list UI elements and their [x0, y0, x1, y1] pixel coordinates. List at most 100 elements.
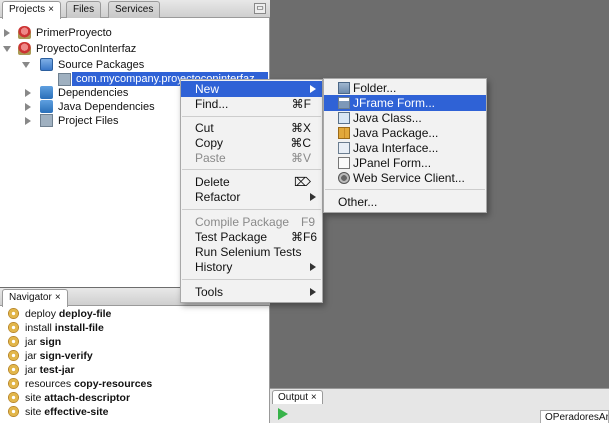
- submenu-item-web-service-client[interactable]: Web Service Client...: [324, 170, 486, 186]
- menu-item-delete[interactable]: Delete ⌦: [181, 174, 322, 190]
- dependencies-icon: [40, 86, 53, 99]
- goal-name: test-jar: [39, 364, 75, 376]
- project-files-icon: [40, 114, 53, 127]
- navigator-item[interactable]: jar sign-verify: [8, 350, 93, 363]
- expand-arrow-icon[interactable]: [25, 89, 31, 97]
- submenu-item-label: Java Class...: [353, 111, 422, 125]
- context-menu: New Find... ⌘F Cut ⌘X Copy ⌘C Paste ⌘V D…: [180, 79, 323, 303]
- goal-prefix: jar: [25, 336, 37, 348]
- menu-item-cut[interactable]: Cut ⌘X: [181, 120, 322, 136]
- navigator-item[interactable]: site effective-site: [8, 406, 108, 419]
- close-icon[interactable]: ×: [48, 4, 54, 15]
- goal-icon: [8, 406, 19, 417]
- menu-shortcut: ⌘X: [290, 121, 311, 135]
- menu-separator: [182, 279, 321, 280]
- submenu-item-label: JFrame Form...: [353, 96, 436, 110]
- close-icon[interactable]: ×: [55, 292, 61, 303]
- collapse-arrow-icon[interactable]: [3, 46, 11, 52]
- java-class-icon: [338, 112, 350, 124]
- tree-node-label: Dependencies: [58, 87, 129, 99]
- java-interface-icon: [338, 142, 350, 154]
- menu-item-label: Copy: [195, 136, 224, 150]
- run-icon[interactable]: [278, 408, 288, 420]
- navigator-item[interactable]: resources copy-resources: [8, 378, 152, 391]
- submenu-item-label: Java Package...: [353, 126, 439, 140]
- goal-name: install-file: [54, 322, 104, 334]
- menu-item-new[interactable]: New: [181, 81, 322, 97]
- navigator-item[interactable]: deploy deploy-file: [8, 308, 111, 321]
- tree-node-dependencies[interactable]: Dependencies: [0, 86, 175, 100]
- submenu-item-java-class[interactable]: Java Class...: [324, 110, 486, 126]
- goal-prefix: deploy: [25, 308, 56, 320]
- goal-prefix: jar: [25, 350, 37, 362]
- tab-output[interactable]: Output ×: [272, 390, 323, 404]
- expand-arrow-icon[interactable]: [25, 117, 31, 125]
- menu-item-label: New: [195, 82, 220, 96]
- expand-arrow-icon[interactable]: [4, 29, 10, 37]
- java-package-icon: [338, 127, 350, 139]
- goal-name: effective-site: [44, 406, 109, 418]
- tab-projects-label: Projects: [9, 4, 46, 15]
- folder-icon: [338, 82, 350, 94]
- submenu-item-label: Web Service Client...: [353, 171, 465, 185]
- menu-item-label: Tools: [195, 285, 224, 299]
- goal-icon: [8, 364, 19, 375]
- tree-node-proyectoconinterfaz[interactable]: ProyectoConInterfaz: [0, 42, 260, 56]
- package-icon: [58, 73, 71, 86]
- minimize-icon[interactable]: ▭: [254, 3, 266, 14]
- navigator-item[interactable]: jar test-jar: [8, 364, 75, 377]
- submenu-item-label: Folder...: [353, 81, 397, 95]
- submenu-item-folder[interactable]: Folder...: [324, 80, 486, 96]
- submenu-item-jframe-form[interactable]: JFrame Form...: [324, 95, 486, 111]
- navigator-item[interactable]: install install-file: [8, 322, 104, 335]
- tab-projects[interactable]: Projects ×: [2, 1, 61, 19]
- menu-shortcut: ⌘F6: [290, 230, 317, 244]
- menu-item-tools[interactable]: Tools: [181, 284, 322, 300]
- menu-item-test-package[interactable]: Test Package ⌘F6: [181, 229, 322, 245]
- tree-node-java-dependencies[interactable]: Java Dependencies: [0, 100, 175, 114]
- tab-navigator[interactable]: Navigator ×: [2, 289, 68, 307]
- submenu-item-label: Java Interface...: [353, 141, 439, 155]
- project-icon: [18, 42, 31, 55]
- menu-item-compile-package[interactable]: Compile Package F9: [181, 214, 322, 230]
- submenu-item-java-package[interactable]: Java Package...: [324, 125, 486, 141]
- tree-node-project-files[interactable]: Project Files: [0, 114, 175, 128]
- tab-navigator-label: Navigator: [9, 292, 52, 303]
- submenu-item-other[interactable]: Other...: [324, 194, 486, 210]
- menu-separator: [325, 189, 485, 190]
- tab-output-label: Output: [278, 392, 309, 403]
- projects-tabbar: Projects × Files Services ▭: [0, 0, 270, 19]
- menu-item-label: Paste: [195, 151, 226, 165]
- navigator-item[interactable]: site attach-descriptor: [8, 392, 130, 405]
- menu-item-label: Find...: [195, 97, 229, 111]
- expand-arrow-icon[interactable]: [25, 103, 31, 111]
- navigator-item[interactable]: jar sign: [8, 336, 61, 349]
- selected-package-tail: ectoconinterfaz: [180, 72, 268, 79]
- tab-files[interactable]: Files: [66, 1, 102, 18]
- submenu-item-java-interface[interactable]: Java Interface...: [324, 140, 486, 156]
- menu-item-run-selenium-tests[interactable]: Run Selenium Tests: [181, 244, 322, 260]
- menu-item-find[interactable]: Find... ⌘F: [181, 96, 322, 112]
- tree-node-source-packages[interactable]: Source Packages: [0, 58, 260, 72]
- collapse-arrow-icon[interactable]: [22, 62, 30, 68]
- tree-node-package-selected[interactable]: com.mycompany.proy: [72, 72, 180, 86]
- tab-services[interactable]: Services: [108, 1, 161, 18]
- menu-item-copy[interactable]: Copy ⌘C: [181, 135, 322, 151]
- menu-item-label: Compile Package: [195, 215, 290, 229]
- output-title: OPeradoresAritm: [540, 410, 609, 423]
- menu-item-label: Cut: [195, 121, 214, 135]
- menu-item-paste[interactable]: Paste ⌘V: [181, 150, 322, 166]
- submenu-item-label: JPanel Form...: [353, 156, 432, 170]
- project-icon: [18, 26, 31, 39]
- menu-item-label: Test Package: [195, 230, 268, 244]
- menu-item-history[interactable]: History: [181, 259, 322, 275]
- menu-shortcut: F9: [300, 215, 315, 229]
- menu-item-refactor[interactable]: Refactor: [181, 189, 322, 205]
- goal-name: deploy-file: [58, 308, 112, 320]
- goal-prefix: jar: [25, 364, 37, 376]
- menu-item-label: Delete: [195, 175, 230, 189]
- submenu-item-jpanel-form[interactable]: JPanel Form...: [324, 155, 486, 171]
- close-icon[interactable]: ×: [311, 392, 317, 403]
- navigator-panel: Navigator × deploy deploy-file install in…: [0, 288, 270, 423]
- tree-node-primerproyecto[interactable]: PrimerProyecto: [0, 26, 260, 40]
